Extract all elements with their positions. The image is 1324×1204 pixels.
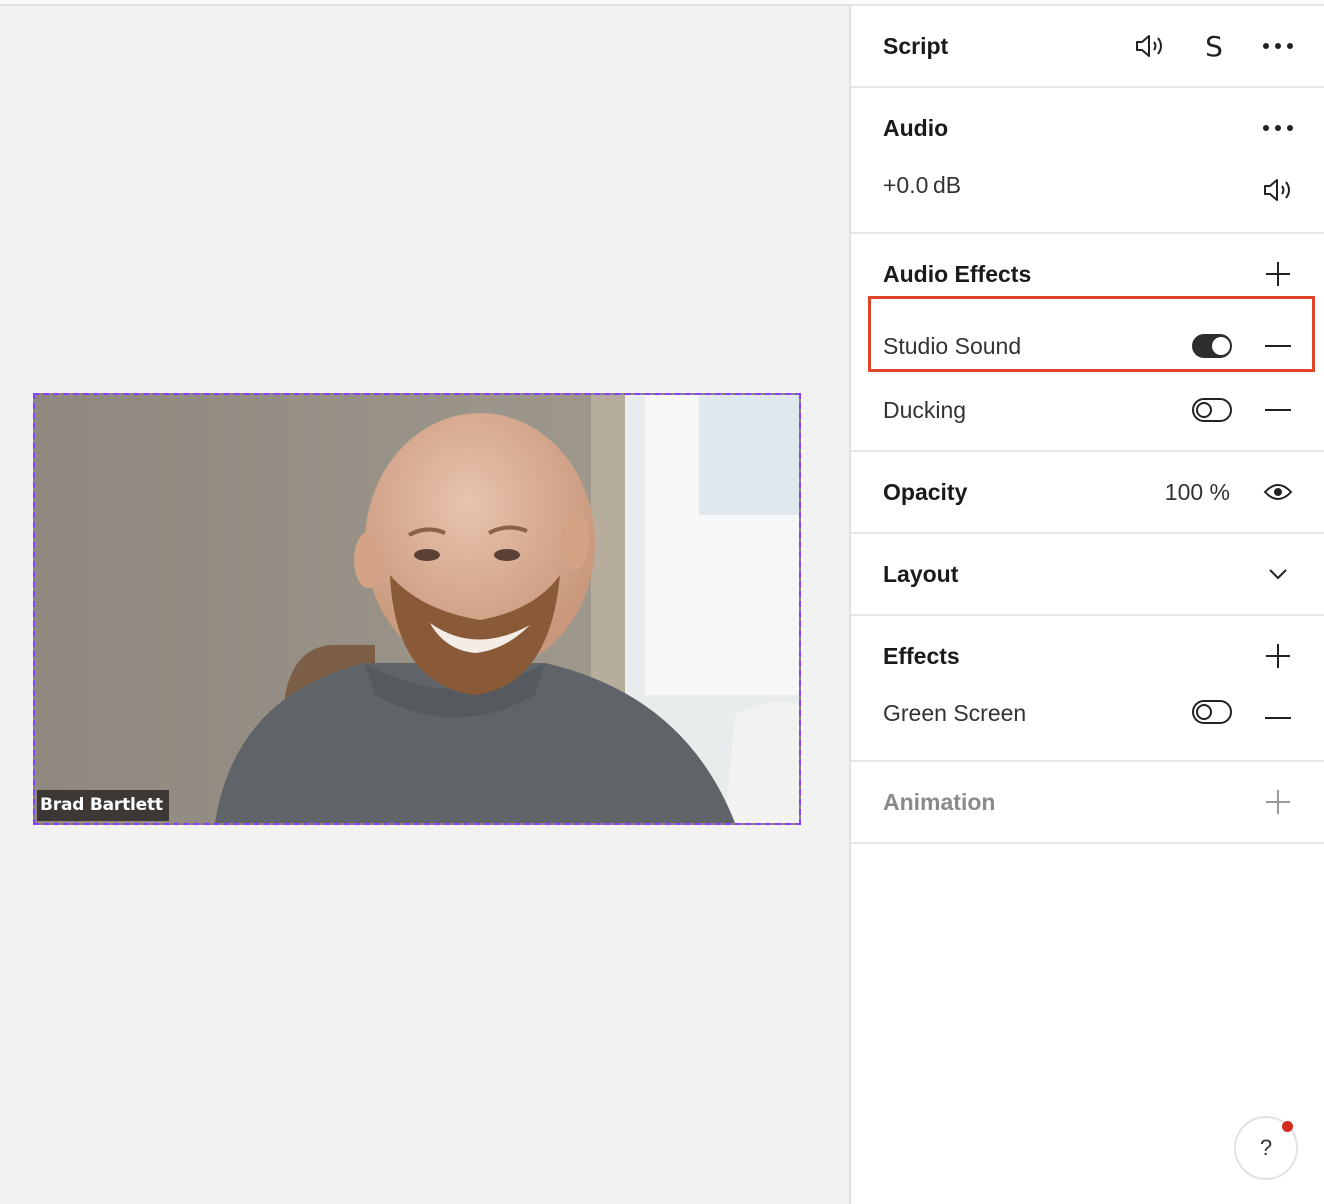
audio-effect-studio-sound: Studio Sound bbox=[851, 314, 1324, 378]
effect-label: Green Screen bbox=[883, 700, 1027, 726]
audio-effect-ducking: Ducking bbox=[851, 378, 1324, 442]
plus-icon[interactable] bbox=[1260, 256, 1296, 292]
script-section: Script S bbox=[851, 6, 1324, 88]
audio-effects-title: Audio Effects bbox=[883, 260, 1032, 287]
audio-effects-section: Audio Effects Studio Sound Ducking bbox=[851, 234, 1324, 452]
speaker-icon[interactable] bbox=[1260, 172, 1296, 208]
speaker-video-frame bbox=[35, 395, 799, 823]
help-button[interactable]: ? bbox=[1234, 1116, 1298, 1180]
video-clip[interactable]: Brad Bartlett bbox=[33, 393, 801, 825]
minus-icon[interactable] bbox=[1260, 328, 1296, 364]
audio-volume-value[interactable]: +0.0 dB bbox=[883, 172, 961, 199]
script-title: Script bbox=[883, 32, 949, 59]
properties-panel: Script S Audio +0.0 dB Audio Effects Stu… bbox=[849, 6, 1324, 1204]
speaker-label-button[interactable]: S bbox=[1196, 28, 1232, 64]
minus-icon[interactable] bbox=[1260, 700, 1296, 736]
more-icon[interactable] bbox=[1260, 28, 1296, 64]
opacity-value[interactable]: 100 % bbox=[1165, 479, 1230, 506]
effect-label: Ducking bbox=[883, 396, 967, 423]
studio-sound-toggle[interactable] bbox=[1192, 334, 1232, 358]
ducking-toggle[interactable] bbox=[1192, 398, 1232, 422]
speaker-name-tag: Brad Bartlett bbox=[37, 790, 169, 821]
notification-dot bbox=[1282, 1121, 1293, 1132]
animation-section: Animation bbox=[851, 762, 1324, 844]
layout-section[interactable]: Layout bbox=[851, 534, 1324, 616]
chevron-down-icon[interactable] bbox=[1260, 556, 1296, 592]
more-icon[interactable] bbox=[1260, 110, 1296, 146]
audio-section: Audio +0.0 dB bbox=[851, 88, 1324, 234]
effect-green-screen: Green Screen bbox=[851, 696, 1324, 760]
layout-title: Layout bbox=[883, 560, 959, 587]
minus-icon[interactable] bbox=[1260, 392, 1296, 428]
effects-section: Effects Green Screen bbox=[851, 616, 1324, 762]
green-screen-toggle[interactable] bbox=[1192, 700, 1232, 724]
plus-icon[interactable] bbox=[1260, 638, 1296, 674]
effect-label: Studio Sound bbox=[883, 332, 1022, 359]
plus-icon[interactable] bbox=[1260, 784, 1296, 820]
opacity-section: Opacity 100 % bbox=[851, 452, 1324, 534]
video-canvas[interactable]: Brad Bartlett bbox=[0, 6, 849, 1204]
eye-icon[interactable] bbox=[1260, 474, 1296, 510]
effects-title: Effects bbox=[883, 642, 960, 669]
opacity-title: Opacity bbox=[883, 478, 968, 505]
help-label: ? bbox=[1259, 1135, 1273, 1160]
speaker-icon[interactable] bbox=[1132, 28, 1168, 64]
audio-title: Audio bbox=[883, 114, 949, 141]
animation-title: Animation bbox=[883, 788, 996, 815]
